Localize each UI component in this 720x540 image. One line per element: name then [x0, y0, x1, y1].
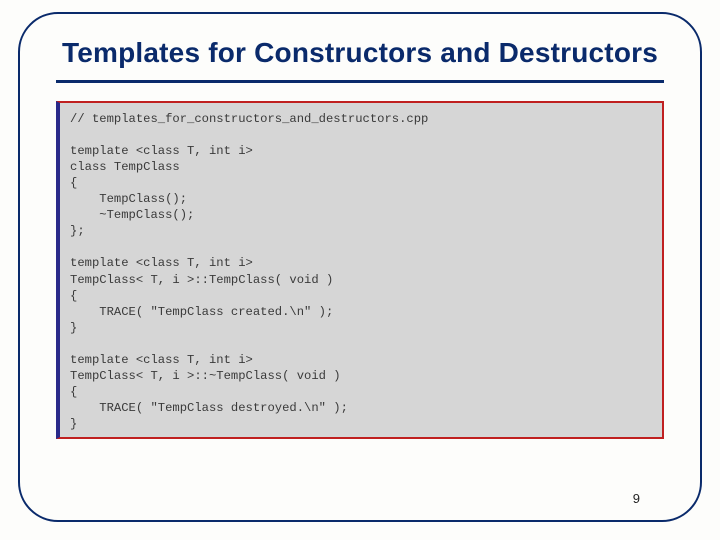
page-number: 9	[633, 491, 640, 506]
code-box: // templates_for_constructors_and_destru…	[56, 101, 664, 439]
code-listing: // templates_for_constructors_and_destru…	[70, 111, 652, 439]
slide-title: Templates for Constructors and Destructo…	[56, 36, 664, 70]
slide-frame: Templates for Constructors and Destructo…	[18, 12, 702, 522]
title-divider	[56, 80, 664, 83]
